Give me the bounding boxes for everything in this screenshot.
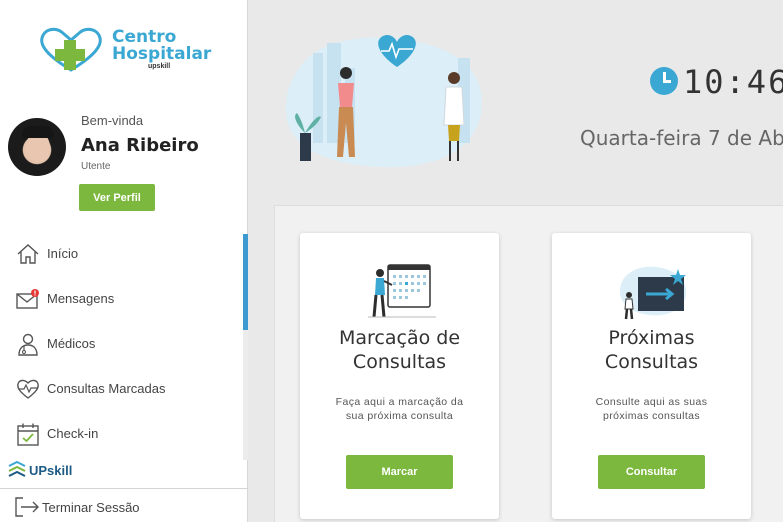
card-marcacao: Marcação de Consultas Faça aqui a marcaç… bbox=[300, 233, 499, 519]
logout-label: Terminar Sessão bbox=[42, 500, 140, 515]
avatar bbox=[8, 118, 66, 176]
next-appointments-illustration-icon bbox=[620, 266, 687, 320]
logo-subtitle: upskill bbox=[148, 63, 171, 70]
doctor-icon bbox=[18, 333, 38, 356]
calendar-check-icon bbox=[17, 423, 39, 446]
sidebar-scrollbar-thumb[interactable] bbox=[243, 234, 248, 330]
sidebar-item-medicos[interactable]: Médicos bbox=[0, 322, 244, 366]
card-proximas: Próximas Consultas Consulte aqui as suas… bbox=[552, 233, 751, 519]
sidebar-item-consultas-marcadas[interactable]: Consultas Marcadas bbox=[0, 367, 244, 411]
user-name: Ana Ribeiro bbox=[81, 135, 199, 156]
sidebar-item-check-in[interactable]: Check-in bbox=[0, 412, 244, 456]
card-title-line1: Próximas bbox=[608, 327, 695, 349]
card-description-line1: Faça aqui a marcação da bbox=[335, 396, 464, 408]
heart-pulse-icon bbox=[17, 379, 39, 399]
user-role: Utente bbox=[81, 161, 111, 172]
hospital-logo[interactable]: Centro Hospitalar upskill bbox=[38, 26, 212, 74]
sidebar-divider bbox=[0, 488, 248, 489]
view-profile-button[interactable]: Ver Perfil bbox=[79, 184, 155, 211]
logout-icon bbox=[15, 497, 39, 517]
upskill-label: UPskill bbox=[29, 463, 73, 478]
card-title-line2: Consultas bbox=[604, 351, 699, 373]
calendar-booking-illustration-icon bbox=[368, 264, 436, 318]
card-description-line1: Consulte aqui as suas bbox=[595, 396, 708, 408]
sidebar-item-inicio[interactable]: Início bbox=[0, 232, 244, 276]
current-date: Quarta-feira 7 de Abr bbox=[580, 126, 783, 150]
sidebar-item-label: Check-in bbox=[47, 426, 99, 441]
actions-panel: Marcação de Consultas Faça aqui a marcaç… bbox=[274, 205, 783, 522]
upskill-brand: UPskill bbox=[8, 460, 72, 481]
welcome-text: Bem-vinda bbox=[81, 113, 144, 128]
sidebar-item-label: Mensagens bbox=[47, 291, 115, 306]
hero-illustration bbox=[285, 34, 483, 168]
sidebar-item-mensagens[interactable]: Mensagens bbox=[0, 277, 244, 321]
sidebar: Centro Hospitalar upskill Bem-vinda Ana … bbox=[0, 0, 248, 522]
card-description-line2: sua próxima consulta bbox=[345, 410, 454, 422]
sidebar-item-label: Consultas Marcadas bbox=[47, 381, 166, 396]
envelope-icon bbox=[16, 289, 39, 309]
logo-title-line2: Hospitalar bbox=[112, 44, 212, 64]
card-description: Faça aqui a marcação da sua próxima cons… bbox=[320, 395, 479, 423]
clock-icon bbox=[650, 67, 678, 95]
consultar-button[interactable]: Consultar bbox=[598, 455, 705, 489]
home-icon bbox=[17, 244, 39, 264]
upskill-logo-icon bbox=[8, 460, 26, 477]
current-time: 10:46 bbox=[683, 63, 783, 101]
sidebar-item-label: Médicos bbox=[47, 336, 96, 351]
card-title-line2: Consultas bbox=[352, 351, 447, 373]
logout-button[interactable]: Terminar Sessão bbox=[14, 494, 244, 520]
card-title-line1: Marcação de bbox=[338, 327, 461, 349]
marcar-button[interactable]: Marcar bbox=[346, 455, 453, 489]
heart-cross-logo-icon bbox=[40, 27, 102, 72]
sidebar-item-label: Início bbox=[47, 246, 79, 261]
card-description: Consulte aqui as suas próximas consultas bbox=[572, 395, 731, 423]
card-description-line2: próximas consultas bbox=[602, 410, 701, 422]
